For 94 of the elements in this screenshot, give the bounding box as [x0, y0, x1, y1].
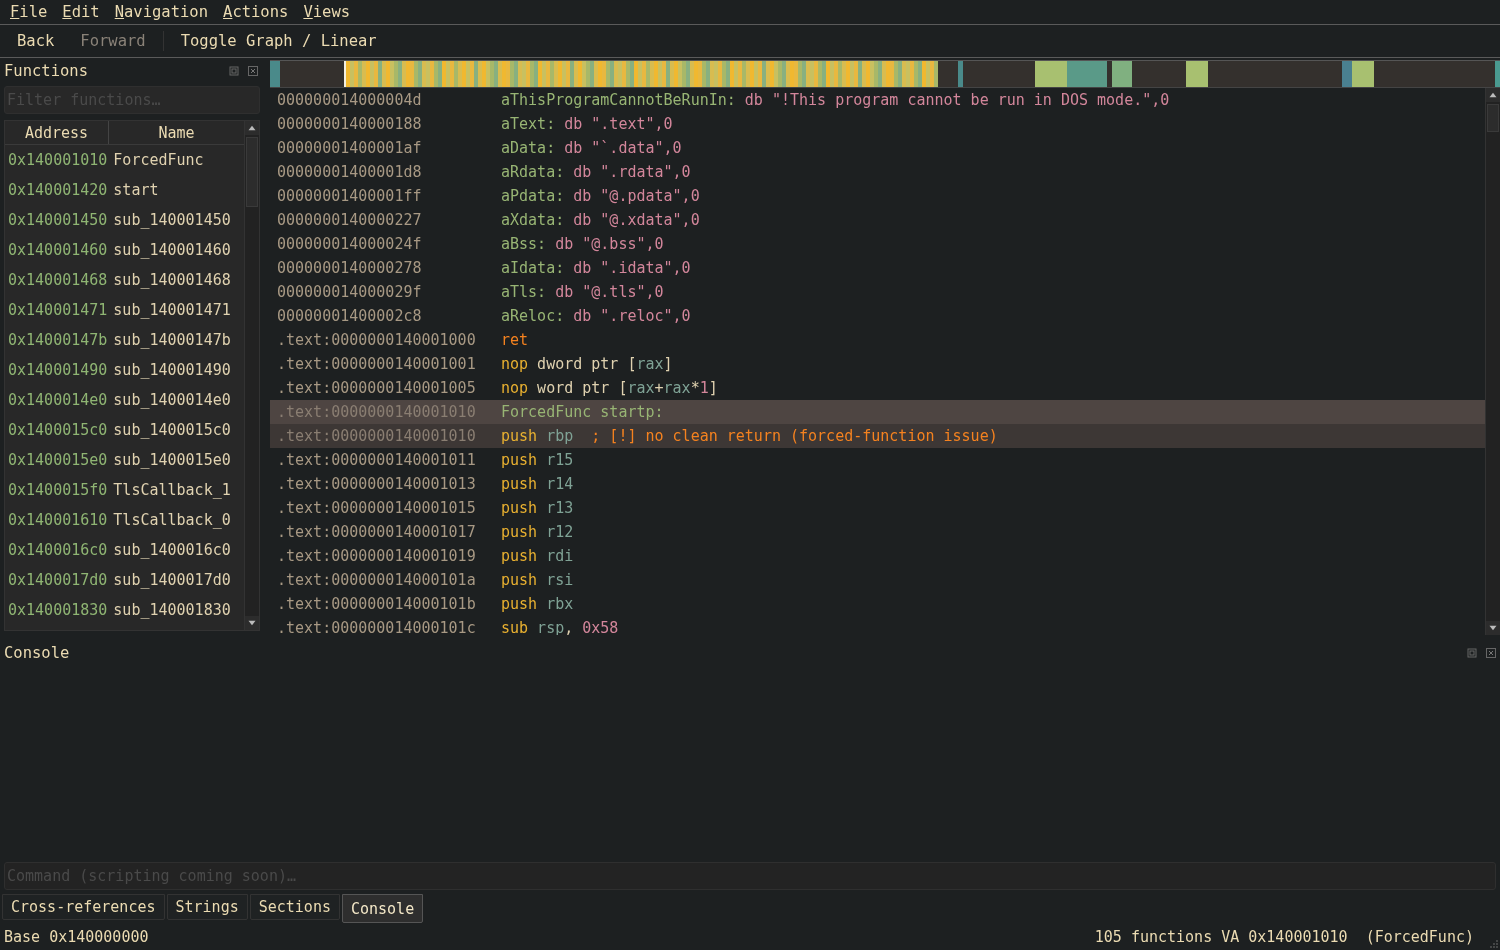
function-row[interactable]: 0x1400014e0 sub_1400014e0	[5, 385, 244, 415]
code-line: aBss: db "@.bss",0	[501, 235, 664, 253]
address-text: 000000014000004d	[276, 91, 423, 109]
address-text: .text:0000000140001010	[276, 427, 477, 445]
address-text: 00000001400001af	[276, 139, 423, 157]
scroll-down-icon[interactable]	[245, 616, 259, 630]
address-text: 00000001400001ff	[276, 187, 423, 205]
scrollbar[interactable]	[244, 121, 259, 630]
menu-item[interactable]: Actions	[223, 3, 289, 21]
tab[interactable]: Sections	[249, 894, 340, 920]
toolbar-button[interactable]: Toggle Graph / Linear	[171, 28, 386, 54]
code-line: aThisProgramCannotBeRunIn: db "!This program cannot be run in DOS mode.",0	[501, 91, 1170, 109]
code-line: aReloc: db ".reloc",0	[501, 307, 691, 325]
function-row[interactable]: 0x140001450 sub_140001450	[5, 205, 244, 235]
code-line: aIdata: db ".idata",0	[501, 259, 691, 277]
column-header[interactable]: Address	[5, 121, 109, 144]
code-line: push r15	[501, 451, 574, 469]
address-text: .text:0000000140001015	[276, 499, 477, 517]
function-row[interactable]: 0x1400016c0 sub_1400016c0	[5, 535, 244, 565]
scrollbar[interactable]	[1485, 88, 1500, 635]
status-text: (ForcedFunc)	[1365, 928, 1474, 946]
tab[interactable]: Cross-references	[2, 894, 165, 920]
function-row[interactable]: 0x14000147b sub_14000147b	[5, 325, 244, 355]
menu-item[interactable]: Views	[303, 3, 351, 21]
code-line: ForcedFunc startp:	[501, 403, 664, 421]
code-line: aXdata: db "@.xdata",0	[501, 211, 700, 229]
tab[interactable]: Console	[341, 894, 424, 923]
address-text: 0000000140000188	[276, 115, 423, 133]
navigation-strip[interactable]	[270, 60, 1500, 88]
function-row[interactable]: 0x140001420 start	[5, 175, 244, 205]
address-text: 0000000140000227	[276, 211, 423, 229]
code-line: push rbp ; [!] no clean return (forced-function issue)	[501, 427, 998, 445]
address-text: .text:0000000140001000	[276, 331, 477, 349]
address-text: 0000000140000278	[276, 259, 423, 277]
toolbar-button[interactable]: Back	[8, 28, 64, 54]
address-text: .text:0000000140001017	[276, 523, 477, 541]
code-line: aTls: db "@.tls",0	[501, 283, 664, 301]
code-line: aPdata: db "@.pdata",0	[501, 187, 700, 205]
float-icon[interactable]	[1467, 648, 1477, 658]
resize-grip-icon[interactable]	[1488, 938, 1498, 948]
address-text: .text:0000000140001001	[276, 355, 477, 373]
scrollbar-thumb[interactable]	[246, 137, 258, 207]
panel-title: Console	[4, 644, 70, 662]
function-row[interactable]: 0x140001830 sub_140001830	[5, 595, 244, 625]
scroll-down-icon[interactable]	[1486, 621, 1500, 635]
code-line: push r13	[501, 499, 574, 517]
tab[interactable]: Strings	[166, 894, 248, 920]
code-line: nop word ptr [rax+rax*1]	[501, 379, 718, 397]
code-line: nop dword ptr [rax]	[501, 355, 673, 373]
function-row[interactable]: 0x140001468 sub_140001468	[5, 265, 244, 295]
menu-item[interactable]: Navigation	[114, 3, 209, 21]
function-row[interactable]: 0x140001610 TlsCallback_0	[5, 505, 244, 535]
code-line: aRdata: db ".rdata",0	[501, 163, 691, 181]
function-row[interactable]: 0x140001471 sub_140001471	[5, 295, 244, 325]
function-row[interactable]: 0x1400015c0 sub_1400015c0	[5, 415, 244, 445]
address-text: .text:0000000140001019	[276, 547, 477, 565]
address-text: .text:000000014000101c	[276, 619, 477, 635]
address-text: 00000001400002c8	[276, 307, 423, 325]
code-line: push rbx	[501, 595, 574, 613]
close-icon[interactable]	[248, 66, 258, 76]
status-text: 105 functions	[1094, 928, 1213, 946]
address-text: .text:0000000140001013	[276, 475, 477, 493]
address-text: 000000014000029f	[276, 283, 423, 301]
function-row[interactable]: 0x140001460 sub_140001460	[5, 235, 244, 265]
code-line: aData: db "`.data",0	[501, 139, 682, 157]
code-line: push r14	[501, 475, 574, 493]
column-header[interactable]: Name	[109, 121, 244, 144]
address-text: .text:000000014000101a	[276, 571, 477, 589]
close-icon[interactable]	[1486, 648, 1496, 658]
code-line: push r12	[501, 523, 574, 541]
function-row[interactable]: 0x1400015e0 sub_1400015e0	[5, 445, 244, 475]
menu-item[interactable]: File	[10, 3, 48, 21]
float-icon[interactable]	[229, 66, 239, 76]
address-text: .text:0000000140001011	[276, 451, 477, 469]
code-line: ret	[501, 331, 529, 349]
code-line: push rdi	[501, 547, 574, 565]
scroll-up-icon[interactable]	[1486, 88, 1500, 102]
code-line: push rsi	[501, 571, 574, 589]
panel-title: Functions	[4, 62, 88, 80]
address-text: .text:0000000140001005	[276, 379, 477, 397]
status-text: VA 0x140001010	[1221, 928, 1348, 946]
scroll-up-icon[interactable]	[245, 121, 259, 135]
address-text: 000000014000024f	[276, 235, 423, 253]
status-text: Base 0x140000000	[4, 928, 149, 946]
address-text: .text:000000014000101b	[276, 595, 477, 613]
address-text: .text:0000000140001010	[276, 403, 477, 421]
function-row[interactable]: 0x140001010 ForcedFunc	[5, 145, 244, 175]
code-line: aText: db ".text",0	[501, 115, 673, 133]
function-row[interactable]: 0x1400015f0 TlsCallback_1	[5, 475, 244, 505]
function-row[interactable]: 0x1400017d0 sub_1400017d0	[5, 565, 244, 595]
scrollbar-thumb[interactable]	[1487, 104, 1499, 132]
function-row[interactable]: 0x140001490 sub_140001490	[5, 355, 244, 385]
address-text: 00000001400001d8	[276, 163, 423, 181]
menu-item[interactable]: Edit	[62, 3, 100, 21]
